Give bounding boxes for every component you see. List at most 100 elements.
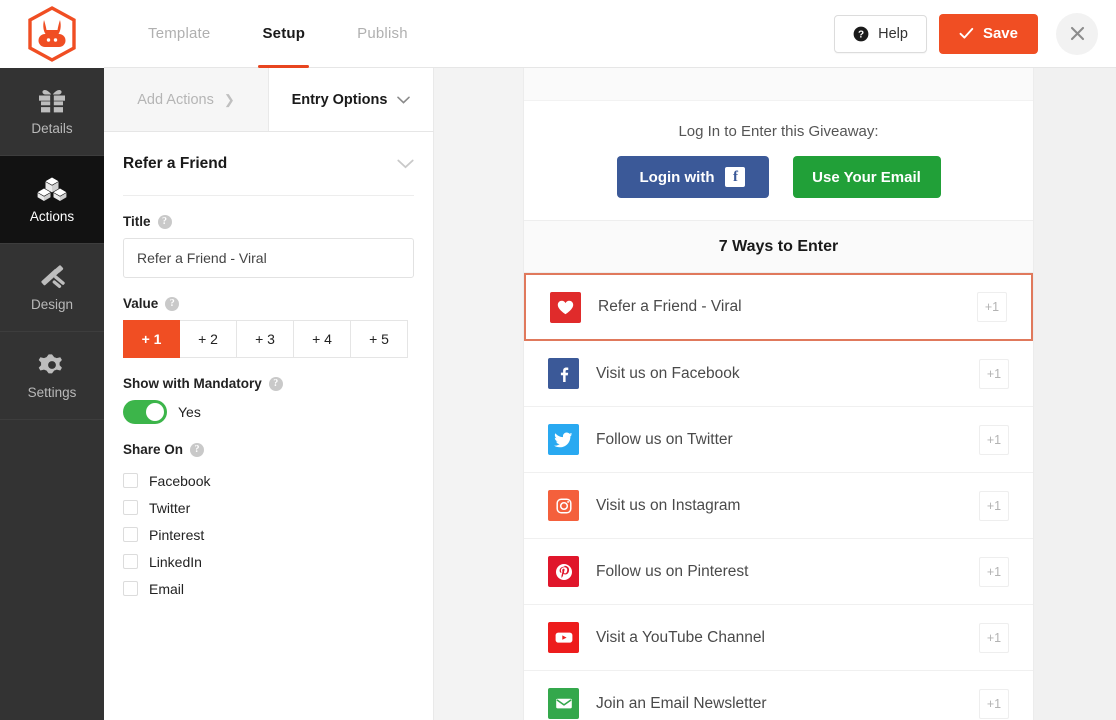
preview-login-buttons: Login with f Use Your Email — [524, 156, 1033, 198]
sub-tab-add-actions[interactable]: Add Actions ❯ — [104, 68, 269, 131]
checkbox[interactable] — [123, 527, 138, 542]
sidebar-item-actions[interactable]: Actions — [0, 156, 104, 244]
entry-row-refer-a-friend[interactable]: Refer a Friend - Viral +1 — [524, 273, 1033, 341]
entry-row-visit-youtube[interactable]: Visit a YouTube Channel +1 — [524, 605, 1033, 671]
field-mandatory-label-row: Show with Mandatory ? — [123, 376, 414, 391]
share-option-pinterest[interactable]: Pinterest — [123, 521, 414, 548]
entry-points: +1 — [979, 424, 1009, 455]
chevron-right-icon: ❯ — [223, 92, 235, 107]
check-icon — [959, 27, 974, 39]
share-option-email[interactable]: Email — [123, 575, 414, 602]
save-button[interactable]: Save — [938, 13, 1038, 54]
value-option-1[interactable]: + 1 — [123, 320, 180, 358]
entry-points: +1 — [979, 622, 1009, 653]
svg-text:?: ? — [858, 29, 864, 40]
entry-label: Visit us on Instagram — [596, 496, 741, 514]
entry-points: +1 — [979, 556, 1009, 587]
checkbox[interactable] — [123, 581, 138, 596]
value-segmented-control: + 1 + 2 + 3 + 4 + 5 — [123, 320, 414, 358]
checkbox[interactable] — [123, 500, 138, 515]
entry-row-follow-twitter[interactable]: Follow us on Twitter +1 — [524, 407, 1033, 473]
entry-label: Join an Email Newsletter — [596, 694, 767, 712]
facebook-icon — [548, 358, 579, 389]
tab-setup[interactable]: Setup — [236, 0, 331, 68]
share-on-list: Facebook Twitter Pinterest LinkedIn Emai… — [123, 467, 414, 602]
entry-label: Refer a Friend - Viral — [598, 298, 742, 315]
entry-row-visit-instagram[interactable]: Visit us on Instagram +1 — [524, 473, 1033, 539]
question-circle-icon: ? — [853, 26, 869, 41]
sidebar: Details Actions Design Settings — [0, 68, 104, 720]
preview-login-section: Log In to Enter this Giveaway: Login wit… — [524, 101, 1033, 220]
close-button[interactable] — [1056, 12, 1098, 55]
preview-login-lead: Log In to Enter this Giveaway: — [678, 123, 879, 140]
facebook-icon: f — [725, 167, 746, 187]
field-title-label: Title — [123, 214, 151, 229]
use-your-email-button[interactable]: Use Your Email — [792, 156, 941, 198]
share-option-label: LinkedIn — [149, 553, 202, 570]
sidebar-item-details[interactable]: Details — [0, 68, 104, 156]
entry-row-follow-pinterest[interactable]: Follow us on Pinterest +1 — [524, 539, 1033, 605]
checkbox[interactable] — [123, 554, 138, 569]
ways-to-enter-heading: 7 Ways to Enter — [524, 220, 1033, 273]
help-icon[interactable]: ? — [157, 214, 172, 229]
help-icon[interactable]: ? — [165, 296, 180, 311]
gear-icon — [38, 353, 62, 373]
entry-row-visit-facebook[interactable]: Visit us on Facebook +1 — [524, 341, 1033, 407]
section-header-refer-a-friend[interactable]: Refer a Friend — [123, 132, 414, 196]
field-value: Value ? + 1 + 2 + 3 + 4 + 5 — [123, 278, 414, 358]
share-option-twitter[interactable]: Twitter — [123, 494, 414, 521]
share-option-linkedin[interactable]: LinkedIn — [123, 548, 414, 575]
twitter-icon — [548, 424, 579, 455]
top-tab-list: Template Setup Publish — [122, 0, 434, 68]
login-with-facebook-button[interactable]: Login with f — [616, 156, 769, 198]
field-value-label-row: Value ? — [123, 296, 414, 311]
value-option-2[interactable]: + 2 — [180, 320, 237, 358]
youtube-icon — [548, 622, 579, 653]
checkbox[interactable] — [123, 473, 138, 488]
mandatory-toggle[interactable] — [123, 400, 167, 424]
field-mandatory-label: Show with Mandatory — [123, 376, 262, 391]
mandatory-toggle-row: Yes — [123, 400, 414, 424]
tab-template[interactable]: Template — [122, 0, 236, 68]
share-option-facebook[interactable]: Facebook — [123, 467, 414, 494]
help-icon[interactable]: ? — [268, 376, 283, 391]
sidebar-item-label: Details — [31, 120, 73, 136]
entry-label: Visit a YouTube Channel — [596, 628, 765, 646]
sidebar-item-design[interactable]: Design — [0, 244, 104, 332]
envelope-icon — [548, 688, 579, 719]
entry-label: Follow us on Pinterest — [596, 562, 749, 580]
value-option-3[interactable]: + 3 — [237, 320, 294, 358]
top-bar-actions: ? Help Save — [834, 12, 1116, 55]
heart-icon — [550, 291, 581, 323]
app-logo[interactable] — [0, 0, 104, 68]
sub-tab-entry-options-label: Entry Options — [291, 91, 388, 108]
title-input[interactable] — [123, 238, 414, 278]
preview-top-band — [524, 68, 1033, 101]
help-icon[interactable]: ? — [190, 442, 205, 457]
app-root: Template Setup Publish ? Help Save Detai… — [0, 0, 1116, 720]
tab-publish[interactable]: Publish — [331, 0, 434, 68]
entry-points: +1 — [977, 292, 1007, 322]
field-share-on-label-row: Share On ? — [123, 442, 414, 457]
entry-label: Follow us on Twitter — [596, 430, 733, 448]
pinterest-icon — [548, 556, 579, 587]
giveaway-preview: Log In to Enter this Giveaway: Login wit… — [523, 68, 1034, 720]
sub-tab-entry-options[interactable]: Entry Options — [269, 68, 434, 131]
sub-tab-add-actions-label: Add Actions — [137, 91, 214, 108]
settings-column: Add Actions ❯ Entry Options Refer a Frie… — [104, 68, 523, 720]
value-option-5[interactable]: + 5 — [351, 320, 408, 358]
entry-points: +1 — [979, 490, 1009, 521]
chevron-down-icon — [397, 96, 411, 104]
sidebar-item-settings[interactable]: Settings — [0, 332, 104, 420]
help-button[interactable]: ? Help — [834, 14, 927, 53]
help-button-label: Help — [878, 25, 908, 42]
entry-row-join-newsletter[interactable]: Join an Email Newsletter +1 — [524, 671, 1033, 720]
chevron-down-icon[interactable] — [397, 159, 414, 169]
field-share-on: Share On ? Facebook Twitter Pinterest Li… — [123, 424, 414, 602]
field-share-on-label: Share On — [123, 442, 184, 457]
gift-icon — [39, 89, 65, 112]
value-option-4[interactable]: + 4 — [294, 320, 351, 358]
entry-points: +1 — [979, 358, 1009, 389]
top-bar: Template Setup Publish ? Help Save — [0, 0, 1116, 68]
blocks-icon — [37, 177, 67, 201]
